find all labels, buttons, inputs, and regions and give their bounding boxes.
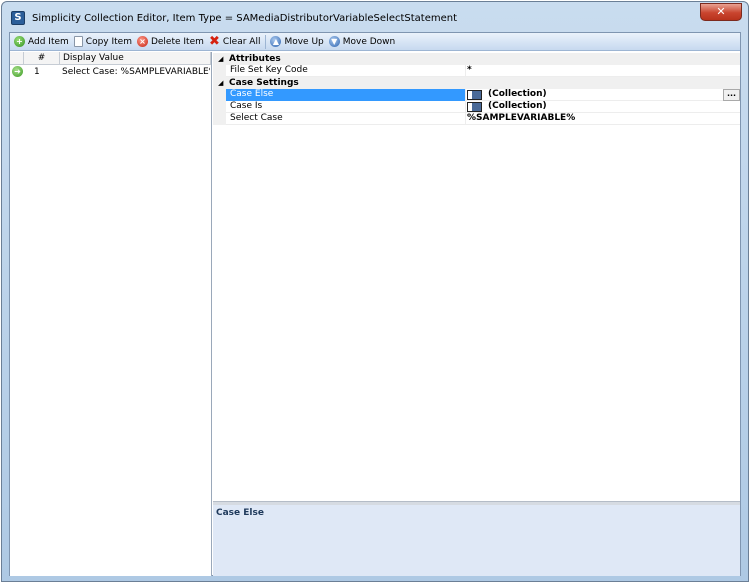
property-name: Case Else — [226, 89, 466, 101]
property-margin — [213, 89, 226, 101]
property-margin — [213, 65, 226, 77]
arrow-up-icon: ▲ — [270, 36, 282, 47]
arrow-down-icon: ▼ — [328, 36, 340, 47]
move-down-button[interactable]: ▼ Move Down — [327, 34, 398, 50]
property-value-text: (Collection) — [488, 89, 547, 99]
collection-icon — [467, 90, 482, 100]
collection-icon — [467, 102, 482, 112]
copy-item-label: Copy Item — [85, 36, 132, 47]
category-label: Attributes — [229, 54, 281, 64]
property-margin — [213, 101, 226, 113]
property-case-else[interactable]: Case Else (Collection) ... — [213, 89, 740, 101]
toolbar-separator — [265, 34, 267, 49]
property-value[interactable]: (Collection) ... — [467, 89, 740, 101]
property-value[interactable]: %SAMPLEVARIABLE% — [467, 113, 740, 125]
clear-all-button[interactable]: ✖ Clear All — [207, 34, 263, 50]
row-header-column[interactable] — [10, 52, 24, 65]
grid-header: # Display Value — [10, 52, 211, 65]
delete-icon: × — [136, 36, 148, 47]
help-pane: Case Else — [213, 505, 740, 576]
property-name: Case Is — [226, 101, 466, 113]
copy-icon — [73, 36, 83, 47]
delete-item-button[interactable]: × Delete Item — [135, 34, 206, 50]
property-value[interactable]: (Collection) — [467, 101, 740, 113]
category-case-settings[interactable]: ◢ Case Settings — [213, 77, 740, 89]
editor-client-area: + Add Item Copy Item × Delete Item ✖ Cle… — [9, 32, 741, 576]
collapse-icon[interactable]: ◢ — [218, 53, 223, 65]
property-case-is[interactable]: Case Is (Collection) — [213, 101, 740, 113]
current-row-arrow-icon: ➜ — [12, 66, 23, 77]
property-select-case[interactable]: Select Case %SAMPLEVARIABLE% — [213, 113, 740, 125]
move-up-button[interactable]: ▲ Move Up — [268, 34, 325, 50]
property-name: File Set Key Code — [226, 65, 466, 77]
property-grid: ◢ Attributes File Set Key Code * ◢ Case … — [213, 52, 740, 576]
add-icon: + — [14, 36, 25, 47]
ellipsis-button[interactable]: ... — [723, 89, 740, 101]
column-header-number[interactable]: # — [24, 52, 60, 65]
move-up-label: Move Up — [284, 36, 324, 47]
help-title: Case Else — [216, 508, 264, 518]
app-icon: S — [11, 11, 25, 25]
clear-all-label: Clear All — [222, 36, 261, 47]
close-button[interactable]: ✕ — [700, 3, 742, 21]
category-attributes[interactable]: ◢ Attributes — [213, 53, 740, 65]
property-name: Select Case — [226, 113, 466, 125]
row-number: 1 — [34, 67, 40, 77]
add-item-label: Add Item — [28, 36, 69, 47]
collection-editor-window: S Simplicity Collection Editor, Item Typ… — [1, 1, 749, 582]
toolbar: + Add Item Copy Item × Delete Item ✖ Cle… — [10, 33, 740, 51]
move-down-label: Move Down — [342, 36, 396, 47]
property-value-text: (Collection) — [488, 101, 547, 111]
delete-item-label: Delete Item — [150, 36, 204, 47]
property-margin — [213, 113, 226, 125]
item-list-grid[interactable]: # Display Value ➜ 1 Select Case: %SAMPLE… — [10, 52, 212, 576]
row-display-value: Select Case: %SAMPLEVARIABLE% - * — [62, 67, 210, 77]
copy-item-button[interactable]: Copy Item — [72, 34, 134, 50]
window-title: Simplicity Collection Editor, Item Type … — [32, 13, 458, 24]
column-header-display-value[interactable]: Display Value — [60, 52, 211, 65]
add-item-button[interactable]: + Add Item — [12, 34, 71, 50]
collapse-icon[interactable]: ◢ — [218, 77, 223, 89]
title-bar[interactable]: S Simplicity Collection Editor, Item Typ… — [2, 2, 748, 32]
category-label: Case Settings — [229, 78, 299, 88]
clear-icon: ✖ — [208, 34, 220, 49]
property-file-set-key-code[interactable]: File Set Key Code * — [213, 65, 740, 77]
table-row[interactable]: ➜ 1 Select Case: %SAMPLEVARIABLE% - * — [10, 66, 211, 78]
property-value[interactable]: * — [467, 65, 740, 77]
